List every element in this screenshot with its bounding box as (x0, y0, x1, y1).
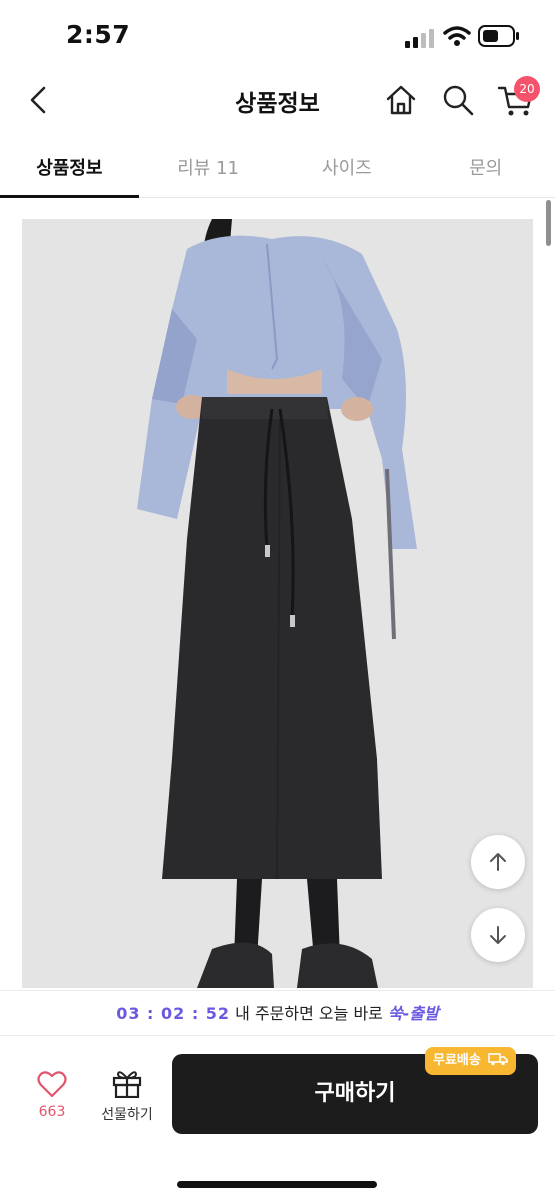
tab-product-info[interactable]: 상품정보 (0, 140, 139, 198)
arrow-down-icon (490, 926, 506, 944)
battery-icon (478, 25, 519, 47)
scrollbar-thumb[interactable] (546, 200, 551, 246)
tab-size[interactable]: 사이즈 (278, 140, 417, 197)
arrow-up-icon (490, 853, 506, 871)
product-photo-illustration (22, 219, 533, 988)
search-icon[interactable] (440, 82, 476, 118)
heart-icon (37, 1071, 67, 1098)
countdown-timer: 03 : 02 : 52 (116, 1004, 231, 1023)
home-icon[interactable] (383, 82, 419, 118)
cellular-signal-icon (405, 29, 434, 48)
delivery-truck-icon (488, 1053, 509, 1066)
shipping-brand-label: 쑥-출발 (387, 1004, 439, 1023)
status-time: 2:57 (66, 20, 131, 49)
wifi-icon (443, 26, 471, 46)
top-nav-bar: 상품정보 (0, 72, 555, 128)
gift-button[interactable]: 선물하기 (92, 1068, 162, 1130)
home-indicator (177, 1181, 377, 1188)
promo-message: 내 주문하면 오늘 바로 (230, 1004, 388, 1023)
gift-label: 선물하기 (101, 1107, 153, 1123)
scroll-up-button[interactable] (471, 835, 525, 889)
tab-reviews[interactable]: 리뷰 11 (139, 140, 278, 197)
cart-count-badge: 20 (514, 76, 540, 102)
same-day-shipping-banner: 03 : 02 : 52 내 주문하면 오늘 바로 쑥-출발 (0, 990, 555, 1036)
like-count: 663 (38, 1104, 66, 1120)
like-button[interactable]: 663 (22, 1070, 82, 1130)
scroll-down-button[interactable] (471, 908, 525, 962)
gift-icon (112, 1071, 142, 1098)
free-shipping-badge: 무료배송 (425, 1047, 517, 1075)
free-shipping-label: 무료배송 (433, 1053, 481, 1068)
product-tabs: 상품정보 리뷰 11 사이즈 문의 (0, 140, 555, 198)
product-image (22, 219, 533, 988)
tab-inquiry[interactable]: 문의 (416, 140, 555, 197)
status-bar: 2:57 (0, 0, 555, 72)
